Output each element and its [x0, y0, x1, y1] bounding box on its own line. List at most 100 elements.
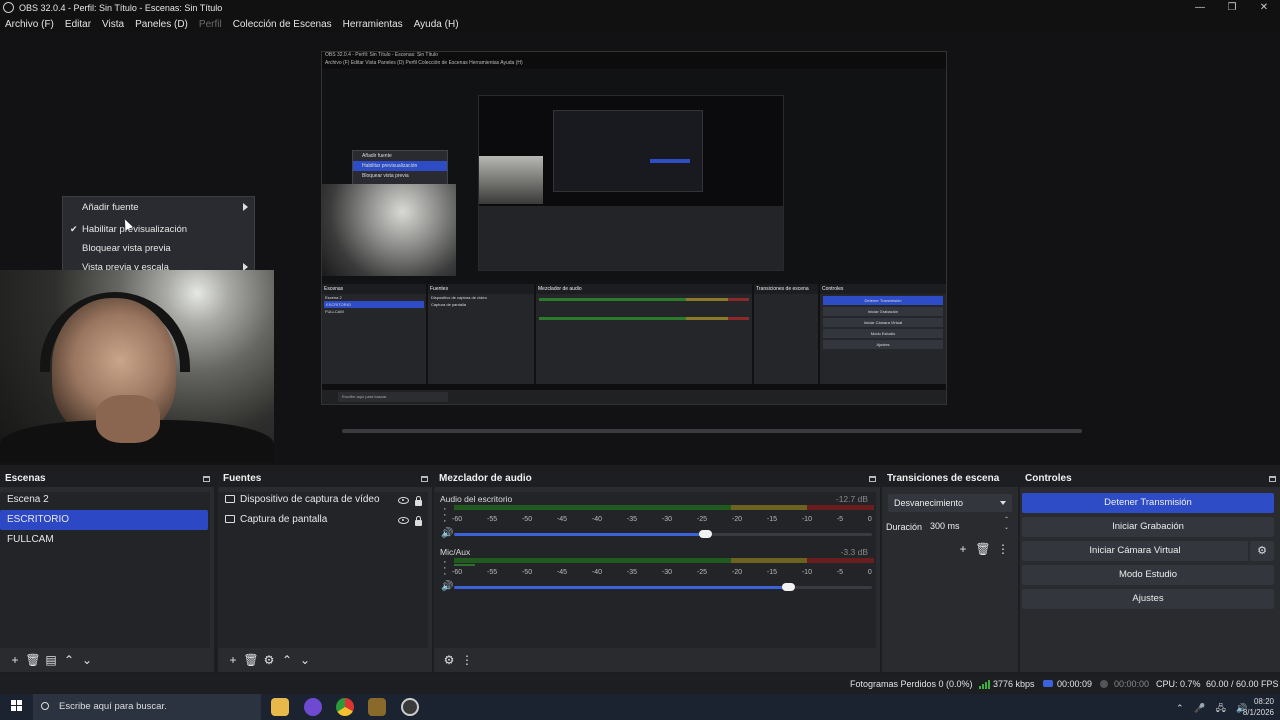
system-clock[interactable]: 08:20 8/1/2026: [1243, 696, 1274, 718]
game-icon[interactable]: [368, 698, 386, 716]
nested-inner-capture: [478, 95, 784, 271]
nested-title: OBS 32.0.4 - Perfil: Sin Título - Escena…: [322, 52, 946, 60]
duration-input[interactable]: 300 ms: [924, 516, 1012, 535]
docks-area: Escenas Escena 2 ESCRITORIO FULLCAM + 🗑 …: [0, 472, 1280, 672]
channel-db: -12.7 dB: [835, 494, 868, 504]
add-source-button[interactable]: +: [224, 651, 242, 669]
chrome-icon[interactable]: [336, 698, 354, 716]
maximize-button[interactable]: ❐: [1216, 2, 1248, 13]
scene-item[interactable]: Escena 2: [0, 490, 210, 510]
transition-menu-icon[interactable]: ⋮: [994, 540, 1012, 558]
visibility-eye-icon[interactable]: [398, 497, 409, 504]
stream-time: 00:00:09: [1057, 679, 1093, 689]
scene-item-selected[interactable]: ESCRITORIO: [0, 510, 208, 530]
menu-profile: Perfil: [198, 18, 222, 30]
dock-title: Controles: [1025, 473, 1072, 484]
speaker-icon[interactable]: 🔊: [441, 528, 453, 539]
duration-label: Duración: [886, 522, 923, 532]
move-up-button[interactable]: ⌃: [278, 651, 296, 669]
nested-ctx-item: Añadir fuente: [362, 153, 392, 159]
clock-time: 08:20: [1253, 697, 1274, 706]
menu-file[interactable]: Archivo (F): [0, 19, 60, 30]
menu-edit[interactable]: Editar: [60, 19, 97, 30]
advanced-audio-icon[interactable]: ⚙: [440, 651, 458, 669]
remove-transition-button[interactable]: 🗑: [974, 540, 992, 558]
ctx-label: Bloquear vista previa: [82, 243, 171, 254]
channel-menu-icon[interactable]: · · ·: [443, 504, 447, 527]
add-transition-button[interactable]: +: [954, 540, 972, 558]
settings-button[interactable]: Ajustes: [1022, 589, 1274, 609]
menu-help[interactable]: Ayuda (H): [409, 19, 465, 30]
remove-source-button[interactable]: 🗑: [242, 651, 260, 669]
source-label: Captura de pantalla: [240, 514, 328, 525]
gear-icon[interactable]: ⚙: [1250, 541, 1274, 561]
volume-slider[interactable]: [454, 530, 872, 538]
nested-scene: FULLCAM: [325, 309, 344, 314]
minimize-button[interactable]: —: [1184, 2, 1216, 13]
taskbar-search[interactable]: Escribe aquí para buscar.: [33, 694, 261, 720]
start-recording-button[interactable]: Iniciar Grabación: [1022, 517, 1274, 537]
visibility-eye-icon[interactable]: [398, 517, 409, 524]
mixer-channel-desktop: Audio del escritorio -12.7 dB · · · -60 -55…: [434, 494, 876, 547]
undock-icon[interactable]: [203, 476, 210, 482]
scene-filters-button[interactable]: ▤: [42, 651, 60, 669]
nested-dock-title: Transiciones de escena: [754, 284, 818, 294]
stop-streaming-button[interactable]: Detener Transmisión: [1022, 493, 1274, 513]
volume-meter: [454, 505, 874, 515]
start-virtual-camera-button[interactable]: Iniciar Cámara Virtual: [1022, 541, 1248, 561]
ctx-add-source[interactable]: Añadir fuente: [63, 198, 254, 217]
network-signal-icon: [979, 679, 990, 689]
nested-scene-selected: ESCRITORIO: [324, 301, 424, 308]
app-icon[interactable]: [304, 698, 322, 716]
bitrate: 3776 kbps: [993, 679, 1035, 689]
add-scene-button[interactable]: +: [6, 651, 24, 669]
status-bar: Fotogramas Perdidos 0 (0.0%) 3776 kbps 0…: [0, 674, 1280, 694]
mixer-menu-icon[interactable]: ⋮: [458, 651, 476, 669]
source-properties-button[interactable]: ⚙: [260, 651, 278, 669]
menu-view[interactable]: Vista: [97, 19, 130, 30]
scene-item[interactable]: FULLCAM: [0, 530, 210, 550]
menu-scene-collection[interactable]: Colección de Escenas: [228, 19, 338, 30]
menu-tools[interactable]: Herramientas: [338, 19, 409, 30]
ctx-lock-preview[interactable]: Bloquear vista previa: [63, 239, 254, 258]
lock-icon[interactable]: [415, 496, 422, 506]
search-placeholder: Escribe aquí para buscar.: [59, 701, 167, 712]
windows-start-icon[interactable]: [11, 700, 23, 712]
nested-control: Detener Transmisión: [823, 296, 943, 305]
sources-list: Dispositivo de captura de vídeo Captura …: [218, 492, 428, 648]
deep-capture: [553, 110, 703, 192]
source-item[interactable]: Captura de pantalla: [218, 510, 428, 530]
ctx-enable-preview[interactable]: ✔ Habilitar previsualización: [63, 220, 254, 239]
transition-select[interactable]: Desvanecimiento: [888, 494, 1012, 512]
dock-title: Mezclador de audio: [439, 473, 532, 484]
obs-logo-icon: [3, 2, 14, 13]
speaker-icon[interactable]: 🔊: [441, 581, 453, 592]
undock-icon[interactable]: [869, 476, 876, 482]
move-down-button[interactable]: ⌄: [296, 651, 314, 669]
volume-slider[interactable]: [454, 583, 872, 591]
nested-small-webcam: [479, 156, 543, 204]
close-button[interactable]: ✕: [1248, 2, 1280, 13]
horizontal-scrollbar[interactable]: [342, 429, 1082, 433]
controls-dock: Controles Detener Transmisión Iniciar Gr…: [1020, 472, 1280, 672]
studio-mode-button[interactable]: Modo Estudio: [1022, 565, 1274, 585]
move-down-button[interactable]: ⌄: [78, 651, 96, 669]
source-item[interactable]: Dispositivo de captura de vídeo: [218, 490, 428, 510]
move-up-button[interactable]: ⌃: [60, 651, 78, 669]
system-tray-icons[interactable]: ⌃ 🎤 🖧 🔊: [1176, 701, 1252, 717]
lock-icon[interactable]: [415, 516, 422, 526]
remove-scene-button[interactable]: 🗑: [24, 651, 42, 669]
monitor-icon: [225, 515, 235, 523]
nested-control: Iniciar Cámara Virtual: [823, 318, 943, 327]
dropped-frames: Fotogramas Perdidos 0 (0.0%): [850, 679, 973, 689]
mixer-toolbar: ⚙ ⋮: [434, 648, 880, 672]
channel-menu-icon[interactable]: · · ·: [443, 557, 447, 580]
meter-ticks: -60 -55 -50 -45 -40 -35 -30 -25 -20 -15 -10 -5 0: [452, 516, 872, 523]
undock-icon[interactable]: [1269, 476, 1276, 482]
webcam-source[interactable]: [0, 270, 274, 462]
file-explorer-icon[interactable]: [271, 698, 289, 716]
obs-taskbar-icon[interactable]: [401, 698, 419, 716]
undock-icon[interactable]: [421, 476, 428, 482]
menu-docks[interactable]: Paneles (D): [130, 19, 194, 30]
nested-meter: [539, 317, 749, 320]
